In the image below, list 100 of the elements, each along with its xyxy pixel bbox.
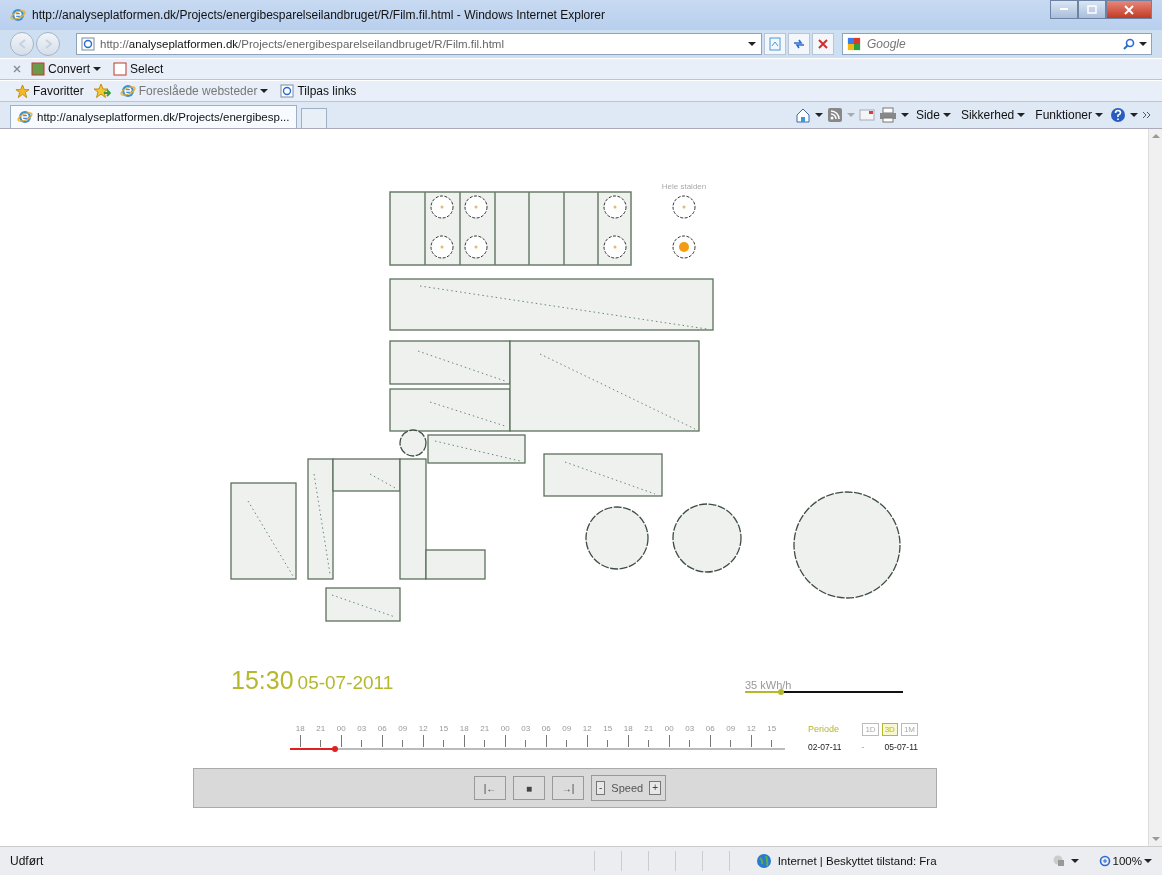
refresh-icon	[793, 39, 805, 49]
feed-icon[interactable]	[826, 107, 843, 123]
tick-label: 18	[459, 724, 469, 733]
scroll-up-icon[interactable]	[1151, 133, 1160, 139]
sensor-ring[interactable]	[464, 195, 488, 219]
clock-date: 05-07-2011	[297, 672, 394, 694]
timeline-track[interactable]	[290, 748, 785, 750]
convert-button[interactable]: Convert	[28, 62, 105, 76]
sensor-ring[interactable]	[672, 195, 696, 219]
meter-reading: 35 kWh/h	[745, 679, 793, 691]
favorites-button[interactable]: Favoritter	[12, 83, 87, 99]
scroll-down-icon[interactable]	[1151, 836, 1160, 842]
stop-button[interactable]: ■	[513, 776, 545, 800]
browser-icon	[10, 7, 26, 23]
period-to: 05-07-11	[884, 741, 918, 752]
period-separator: -	[861, 741, 865, 752]
tick-label: 12	[582, 724, 592, 733]
caret-icon	[814, 112, 823, 118]
add-favorite-icon[interactable]	[92, 83, 111, 99]
rewind-button[interactable]: |←	[474, 776, 506, 800]
tick-label: 09	[562, 724, 572, 733]
refresh-button[interactable]	[788, 33, 810, 55]
browser-tab[interactable]: http://analyseplatformen.dk/Projects/energibesp...	[10, 105, 297, 128]
caret-icon	[260, 88, 269, 94]
zoom-button[interactable]: 100%	[1098, 855, 1152, 867]
tick-label: 00	[500, 724, 510, 733]
help-icon[interactable]	[1110, 107, 1126, 123]
minimize-icon	[1059, 8, 1069, 11]
tick-label: 03	[685, 724, 695, 733]
close-toolbar-icon[interactable]	[12, 64, 22, 74]
mail-icon[interactable]	[858, 109, 875, 121]
search-icon[interactable]	[1123, 38, 1135, 50]
toolbar-menu[interactable]: Funktioner	[1032, 108, 1106, 122]
speed-label: Speed	[611, 782, 644, 794]
toolbar-menu[interactable]: Side	[912, 108, 954, 122]
search-provider-icon	[847, 37, 861, 51]
tank-circle	[585, 506, 649, 570]
tank-circle	[672, 503, 742, 573]
tick-label: 15	[767, 724, 777, 733]
toolbar-menu[interactable]: Sikkerhed	[957, 108, 1029, 122]
speed-down-button[interactable]: -	[596, 781, 606, 795]
zoom-icon	[1098, 855, 1111, 867]
window-title: http://analyseplatformen.dk/Projects/energibesparelseilandbruget/R/Film.fil.html - Windows Internet Explorer	[32, 8, 605, 22]
period-label: Periode	[808, 724, 840, 734]
caret-icon	[900, 112, 909, 118]
status-text: Udført	[10, 854, 44, 868]
clock-time: 15:30	[231, 666, 294, 695]
sensor-ring[interactable]	[603, 235, 627, 259]
page-icon	[81, 37, 95, 51]
suggested-sites-button[interactable]: Foreslåede websteder	[116, 83, 272, 99]
sensor-ring[interactable]	[430, 235, 454, 259]
print-icon[interactable]	[878, 107, 897, 123]
maximize-button[interactable]	[1078, 0, 1106, 19]
tick-label: 03	[521, 724, 531, 733]
close-icon	[1124, 4, 1134, 15]
tick-label: 06	[377, 724, 387, 733]
caret-icon	[1139, 41, 1147, 47]
speed-up-button[interactable]: +	[649, 781, 661, 795]
address-field[interactable]: http://analyseplatformen.dk/Projects/energibesparelseilandbruget/R/Film.fil.html	[76, 33, 762, 55]
forward-button[interactable]: →|	[552, 776, 584, 800]
select-icon	[113, 62, 128, 76]
caret-icon	[1017, 112, 1026, 118]
stop-button[interactable]	[812, 33, 834, 55]
customize-links-button[interactable]: Tilpas links	[277, 84, 360, 98]
caret-icon	[1070, 858, 1079, 864]
caret-icon	[1130, 112, 1138, 118]
tick-label: 15	[603, 724, 613, 733]
maximize-icon	[1087, 5, 1097, 14]
more-chevron-icon[interactable]	[1142, 111, 1152, 119]
page-icon	[280, 84, 295, 98]
tick-label: 03	[357, 724, 367, 733]
tick-label: 12	[746, 724, 756, 733]
caret-icon	[1144, 858, 1152, 864]
minimize-button[interactable]	[1050, 0, 1078, 19]
tick-label: 06	[541, 724, 551, 733]
dropdown-caret-icon[interactable]	[747, 41, 757, 47]
sensor-ring[interactable]	[430, 195, 454, 219]
sensor-ring[interactable]	[603, 195, 627, 219]
caret-icon	[846, 112, 855, 118]
tick-label: 18	[295, 724, 305, 733]
scrollbar[interactable]	[1148, 129, 1162, 846]
close-button[interactable]	[1106, 0, 1152, 19]
security-zone: Internet | Beskyttet tilstand: Fra	[777, 855, 937, 867]
star-icon	[15, 83, 30, 99]
tick-label: 21	[480, 724, 490, 733]
caret-icon	[942, 112, 951, 118]
period-from: 02-07-11	[808, 741, 842, 752]
tick-label: 09	[398, 724, 408, 733]
sensor-ring[interactable]	[464, 235, 488, 259]
browser-icon	[119, 83, 136, 99]
tick-label: 09	[726, 724, 736, 733]
convert-icon	[31, 62, 45, 76]
stop-icon	[818, 39, 828, 49]
caret-icon	[93, 66, 102, 72]
home-icon[interactable]	[794, 107, 811, 123]
tick-label: 15	[439, 724, 449, 733]
legend-label: Hele stalden	[661, 182, 707, 191]
search-field[interactable]: Google	[842, 33, 1152, 55]
globe-icon	[755, 853, 772, 869]
select-button[interactable]: Select	[110, 62, 167, 76]
